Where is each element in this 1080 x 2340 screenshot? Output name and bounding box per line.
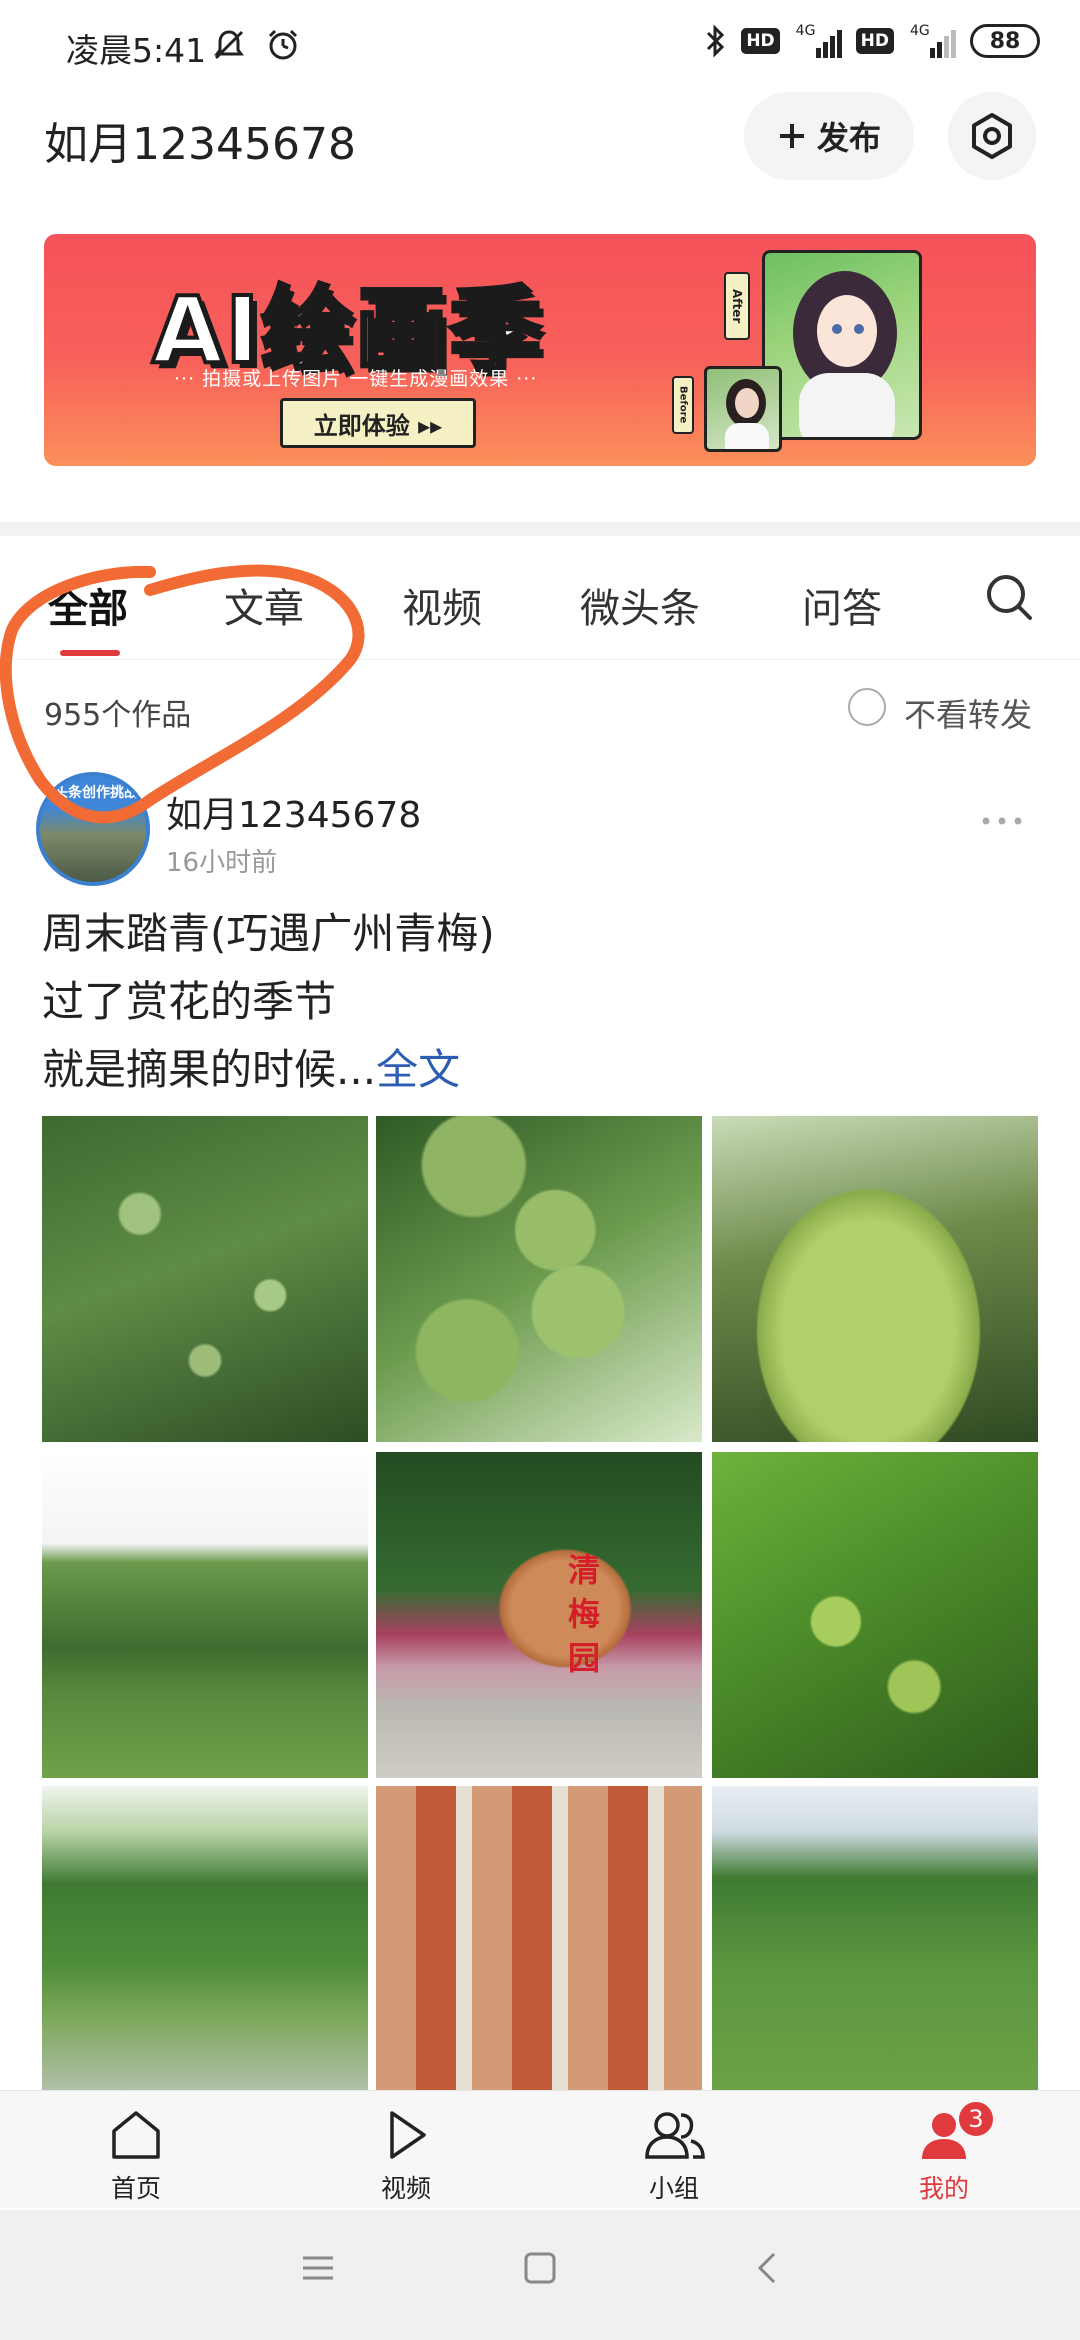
anime-after-image: [762, 250, 922, 440]
settings-icon: [972, 113, 1012, 159]
banner-subtitle: ··· 拍摄或上传图片 一键生成漫画效果 ···: [174, 368, 538, 390]
signal-icon: 4G: [794, 24, 842, 58]
tab-qa[interactable]: 问答: [802, 576, 882, 634]
nav-me-label: 我的: [918, 2174, 969, 2203]
nav-groups[interactable]: 小组: [604, 2107, 744, 2205]
tab-all[interactable]: 全部: [48, 576, 128, 634]
tab-videos[interactable]: 视频: [402, 576, 482, 634]
section-divider: [0, 522, 1080, 536]
hide-reposts-radio[interactable]: [848, 688, 886, 726]
author-avatar[interactable]: 头条创作挑战: [36, 772, 150, 886]
nav-groups-label: 小组: [648, 2174, 699, 2203]
status-time: 凌晨5:41: [66, 31, 207, 70]
play-icon: [390, 2111, 426, 2159]
back-icon[interactable]: [750, 2250, 786, 2286]
photo-before-image: [704, 366, 782, 452]
more-options-button[interactable]: [980, 796, 1024, 836]
after-tag: After: [724, 272, 750, 340]
battery-indicator: 88: [970, 24, 1040, 58]
ai-painting-banner[interactable]: AI绘画季 ··· 拍摄或上传图片 一键生成漫画效果 ··· 立即体验 ▸▸ A…: [44, 234, 1036, 466]
nav-home[interactable]: 首页: [66, 2107, 206, 2205]
post-timestamp: 16小时前: [166, 848, 278, 878]
post-text[interactable]: 周末踏青(巧遇广州青梅) 过了赏花的季节 就是摘果的时候...全文: [42, 900, 495, 1104]
search-icon: [987, 575, 1032, 620]
hide-reposts-label[interactable]: 不看转发: [904, 690, 1032, 736]
post-author[interactable]: 如月12345678: [166, 786, 421, 838]
plus-icon: [779, 124, 804, 148]
search-button[interactable]: [984, 572, 1034, 626]
bottom-navigation: 首页 视频 小组 3 我的: [0, 2090, 1080, 2208]
read-more-link[interactable]: 全文: [376, 1045, 460, 1094]
home-icon: [112, 2111, 160, 2159]
post-photo-7[interactable]: [42, 1786, 368, 2112]
hd-badge: HD: [741, 28, 780, 54]
system-navigation-bar: [0, 2210, 1080, 2340]
alarm-icon: [268, 29, 298, 60]
nav-video-label: 视频: [380, 2174, 431, 2203]
nav-home-label: 首页: [110, 2174, 161, 2203]
post-photo-6[interactable]: [712, 1452, 1038, 1778]
post-photo-4[interactable]: [42, 1452, 368, 1778]
try-now-button[interactable]: 立即体验 ▸▸: [280, 398, 476, 448]
settings-button[interactable]: [948, 92, 1036, 180]
avatar-badge-text: 头条创作挑战: [54, 785, 138, 801]
notification-badge: 3: [956, 2099, 996, 2139]
post-line: 就是摘果的时候...: [42, 1045, 377, 1094]
nav-me[interactable]: 3 我的: [874, 2099, 1014, 2205]
post-line: 周末踏青(巧遇广州青梅): [42, 909, 495, 958]
bluetooth-icon: [707, 24, 725, 58]
home-square-icon[interactable]: [522, 2250, 558, 2286]
works-count: 955个作品: [44, 698, 192, 733]
mute-icon: [214, 30, 244, 60]
plum-garden-sign: 清梅园: [567, 1551, 600, 1677]
publish-button[interactable]: 发布: [744, 92, 914, 180]
content-tabs: 全部 文章 视频 微头条 问答: [0, 536, 1080, 660]
post-photo-2[interactable]: [376, 1116, 702, 1442]
before-tag: Before: [672, 376, 694, 434]
tab-articles[interactable]: 文章: [224, 576, 304, 634]
active-tab-indicator: [60, 650, 120, 656]
post-photo-1[interactable]: [42, 1116, 368, 1442]
signal-icon: 4G: [908, 24, 956, 58]
more-icon: [982, 817, 1022, 825]
profile-username: 如月12345678: [44, 119, 356, 170]
menu-icon[interactable]: [300, 2250, 336, 2286]
hd-badge: HD: [855, 28, 894, 54]
post-photo-5[interactable]: 清梅园: [376, 1452, 702, 1778]
post-line: 过了赏花的季节: [42, 977, 337, 1026]
status-bar: 凌晨5:41 HD 4G HD 4G 88: [0, 0, 1080, 90]
group-icon: [645, 2112, 705, 2159]
tab-micro-posts[interactable]: 微头条: [580, 576, 700, 634]
post-photo-9[interactable]: [712, 1786, 1038, 2112]
post-photo-8[interactable]: [376, 1786, 702, 2112]
post-photo-3[interactable]: [712, 1116, 1038, 1442]
nav-video[interactable]: 视频: [336, 2107, 476, 2205]
publish-label: 发布: [816, 119, 881, 157]
